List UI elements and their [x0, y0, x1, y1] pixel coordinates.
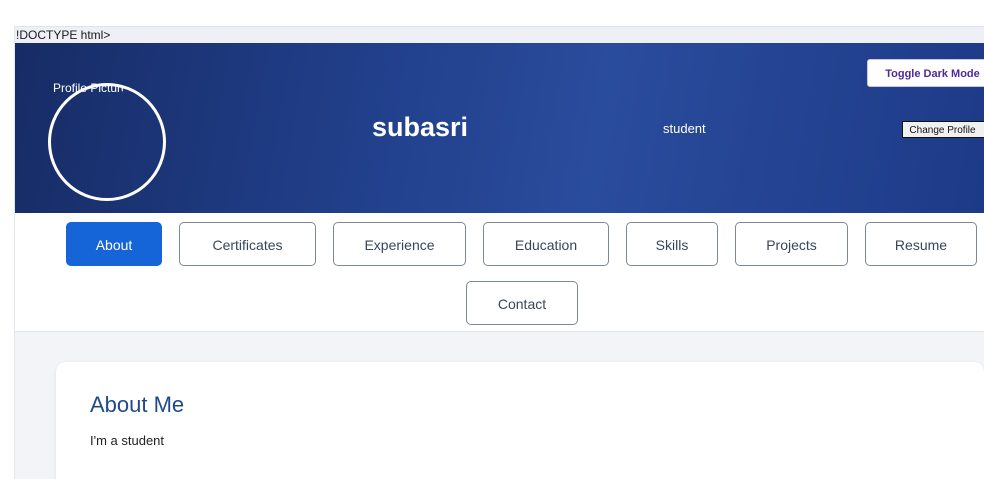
profile-picture — [48, 83, 166, 201]
top-strip — [0, 0, 984, 26]
stray-doctype-text: !DOCTYPE html> — [16, 28, 111, 42]
tab-projects[interactable]: Projects — [735, 222, 848, 266]
profile-header: Profile Picture subasri student Toggle D… — [15, 43, 984, 213]
tab-certificates[interactable]: Certificates — [179, 222, 316, 266]
left-gutter — [0, 26, 15, 479]
section-nav: About Certificates Experience Education … — [15, 213, 984, 332]
tab-contact[interactable]: Contact — [466, 281, 578, 325]
browser-viewport: !DOCTYPE html> Profile Picture subasri s… — [0, 0, 984, 479]
tab-education[interactable]: Education — [483, 222, 609, 266]
tab-resume[interactable]: Resume — [865, 222, 977, 266]
tab-experience[interactable]: Experience — [333, 222, 466, 266]
tab-skills[interactable]: Skills — [626, 222, 718, 266]
about-card: About Me I'm a student — [56, 362, 984, 479]
toggle-dark-mode-button[interactable]: Toggle Dark Mode — [867, 59, 984, 87]
about-text: I'm a student — [90, 433, 165, 448]
profile-name: subasri — [372, 112, 469, 142]
stray-doctype-line: !DOCTYPE html> — [14, 26, 984, 44]
profile-role: student — [663, 121, 706, 136]
profile-picture-alt-text: Profile Picture — [53, 81, 123, 95]
tab-about[interactable]: About — [66, 222, 162, 266]
about-title: About Me — [90, 392, 185, 417]
change-profile-button[interactable]: Change Profile — [902, 121, 984, 138]
